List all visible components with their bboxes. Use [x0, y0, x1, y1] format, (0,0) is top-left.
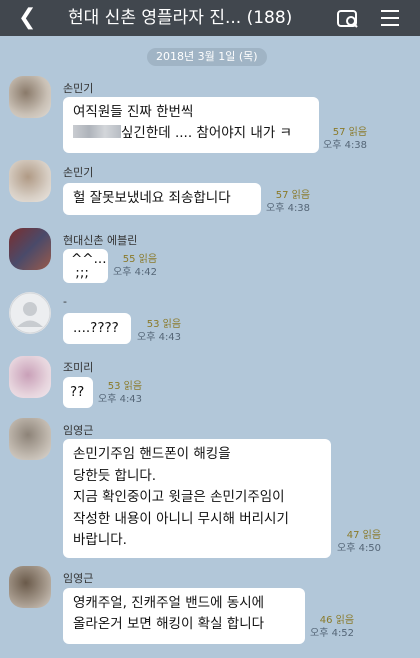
read-count: 53 읽음 [107, 381, 143, 392]
read-count: 55 읽음 [122, 254, 158, 265]
message-text: 헐 잘못보냈네요 죄송합니다 [73, 190, 231, 206]
sender-name: 임영근 [63, 424, 94, 437]
timestamp: 오후 4:43 [98, 394, 143, 405]
chevron-left-icon[interactable]: ❮ [18, 5, 36, 31]
read-count: 57 읽음 [332, 127, 368, 138]
avatar[interactable] [9, 292, 51, 334]
read-count: 46 읽음 [319, 615, 355, 626]
redacted-text [73, 125, 121, 138]
sender-name: 조미리 [63, 361, 94, 374]
sender-name: 손민기 [63, 166, 94, 179]
avatar[interactable] [9, 228, 51, 270]
sender-name: 손민기 [63, 82, 94, 95]
message-meta: 57 읽음 오후 4:38 [266, 189, 310, 215]
sender-name: - [63, 295, 67, 308]
message-meta: 53 읽음 오후 4:43 [98, 380, 142, 406]
message-bubble[interactable]: 영캐주얼, 진캐주얼 밴드에 동시에 올라온거 보면 해킹이 확실 합니다 [63, 588, 305, 644]
default-profile-icon [9, 292, 51, 334]
message-bubble[interactable]: ?? [63, 377, 93, 408]
avatar[interactable] [9, 356, 51, 398]
chat-header: ❮ 현대 신촌 영플라자 진... (188) [0, 0, 420, 36]
sender-name: 임영근 [63, 572, 94, 585]
sender-name: 현대신촌 에블린 [63, 234, 138, 247]
read-count: 57 읽음 [275, 190, 311, 201]
read-count: 47 읽음 [346, 530, 382, 541]
chat-room-title: 현대 신촌 영플라자 진... (188) [68, 8, 293, 28]
message-text: 작성한 내용이 아니니 무시해 버리시기 [73, 510, 289, 527]
timestamp: 오후 4:38 [266, 203, 311, 214]
message-text: 손민기주임 핸드폰이 해킹을 [73, 446, 231, 462]
timestamp: 오후 4:42 [113, 267, 158, 278]
message-meta: 53 읽음 오후 4:43 [137, 318, 181, 344]
message-text: ?? [70, 384, 85, 400]
message-bubble[interactable]: ^^... ;;; [63, 249, 108, 283]
message-meta: 47 읽음 오후 4:50 [337, 529, 381, 555]
member-count: (188) [246, 8, 293, 28]
chat-search-icon[interactable] [336, 8, 360, 34]
message-text: 지금 확인중이고 윗글은 손민기주임이 [73, 489, 285, 505]
message-text: 영캐주얼, 진캐주얼 밴드에 동시에 [73, 595, 265, 611]
avatar[interactable] [9, 160, 51, 202]
message-text: 여직원들 진짜 한번씩 [73, 104, 194, 120]
menu-icon[interactable] [379, 8, 401, 32]
message-text: 당한듯 합니다. [73, 467, 157, 484]
message-meta: 55 읽음 오후 4:42 [113, 253, 157, 279]
avatar[interactable] [9, 418, 51, 460]
timestamp: 오후 4:50 [337, 543, 382, 554]
message-text: 바랍니다. [73, 532, 127, 548]
message-text: ^^... [71, 251, 107, 267]
message-text: ;;; [71, 265, 89, 281]
timestamp: 오후 4:52 [310, 628, 355, 639]
message-bubble[interactable]: ....???? [63, 313, 131, 344]
message-bubble[interactable]: 헐 잘못보냈네요 죄송합니다 [63, 183, 261, 215]
date-divider: 2018년 3월 1일 (목) [147, 48, 267, 66]
read-count: 53 읽음 [146, 319, 182, 330]
message-text: 올라온거 보면 해킹이 확실 합니다 [73, 616, 265, 632]
avatar[interactable] [9, 76, 51, 118]
message-text: ....???? [73, 320, 119, 336]
message-bubble[interactable]: 손민기주임 핸드폰이 해킹을 당한듯 합니다. 지금 확인중이고 윗글은 손민기… [63, 439, 331, 558]
chat-area[interactable]: 2018년 3월 1일 (목) 손민기 여직원들 진짜 한번씩 싶긴한데 ...… [0, 36, 420, 658]
message-meta: 46 읽음 오후 4:52 [310, 614, 354, 640]
timestamp: 오후 4:43 [137, 332, 182, 343]
avatar[interactable] [9, 566, 51, 608]
timestamp: 오후 4:38 [323, 140, 368, 151]
message-meta: 57 읽음 오후 4:38 [323, 126, 367, 152]
message-text: 싶긴한데 .... 참어야지 내가 ㅋ [121, 125, 292, 141]
message-bubble[interactable]: 여직원들 진짜 한번씩 싶긴한데 .... 참어야지 내가 ㅋ [63, 97, 319, 153]
